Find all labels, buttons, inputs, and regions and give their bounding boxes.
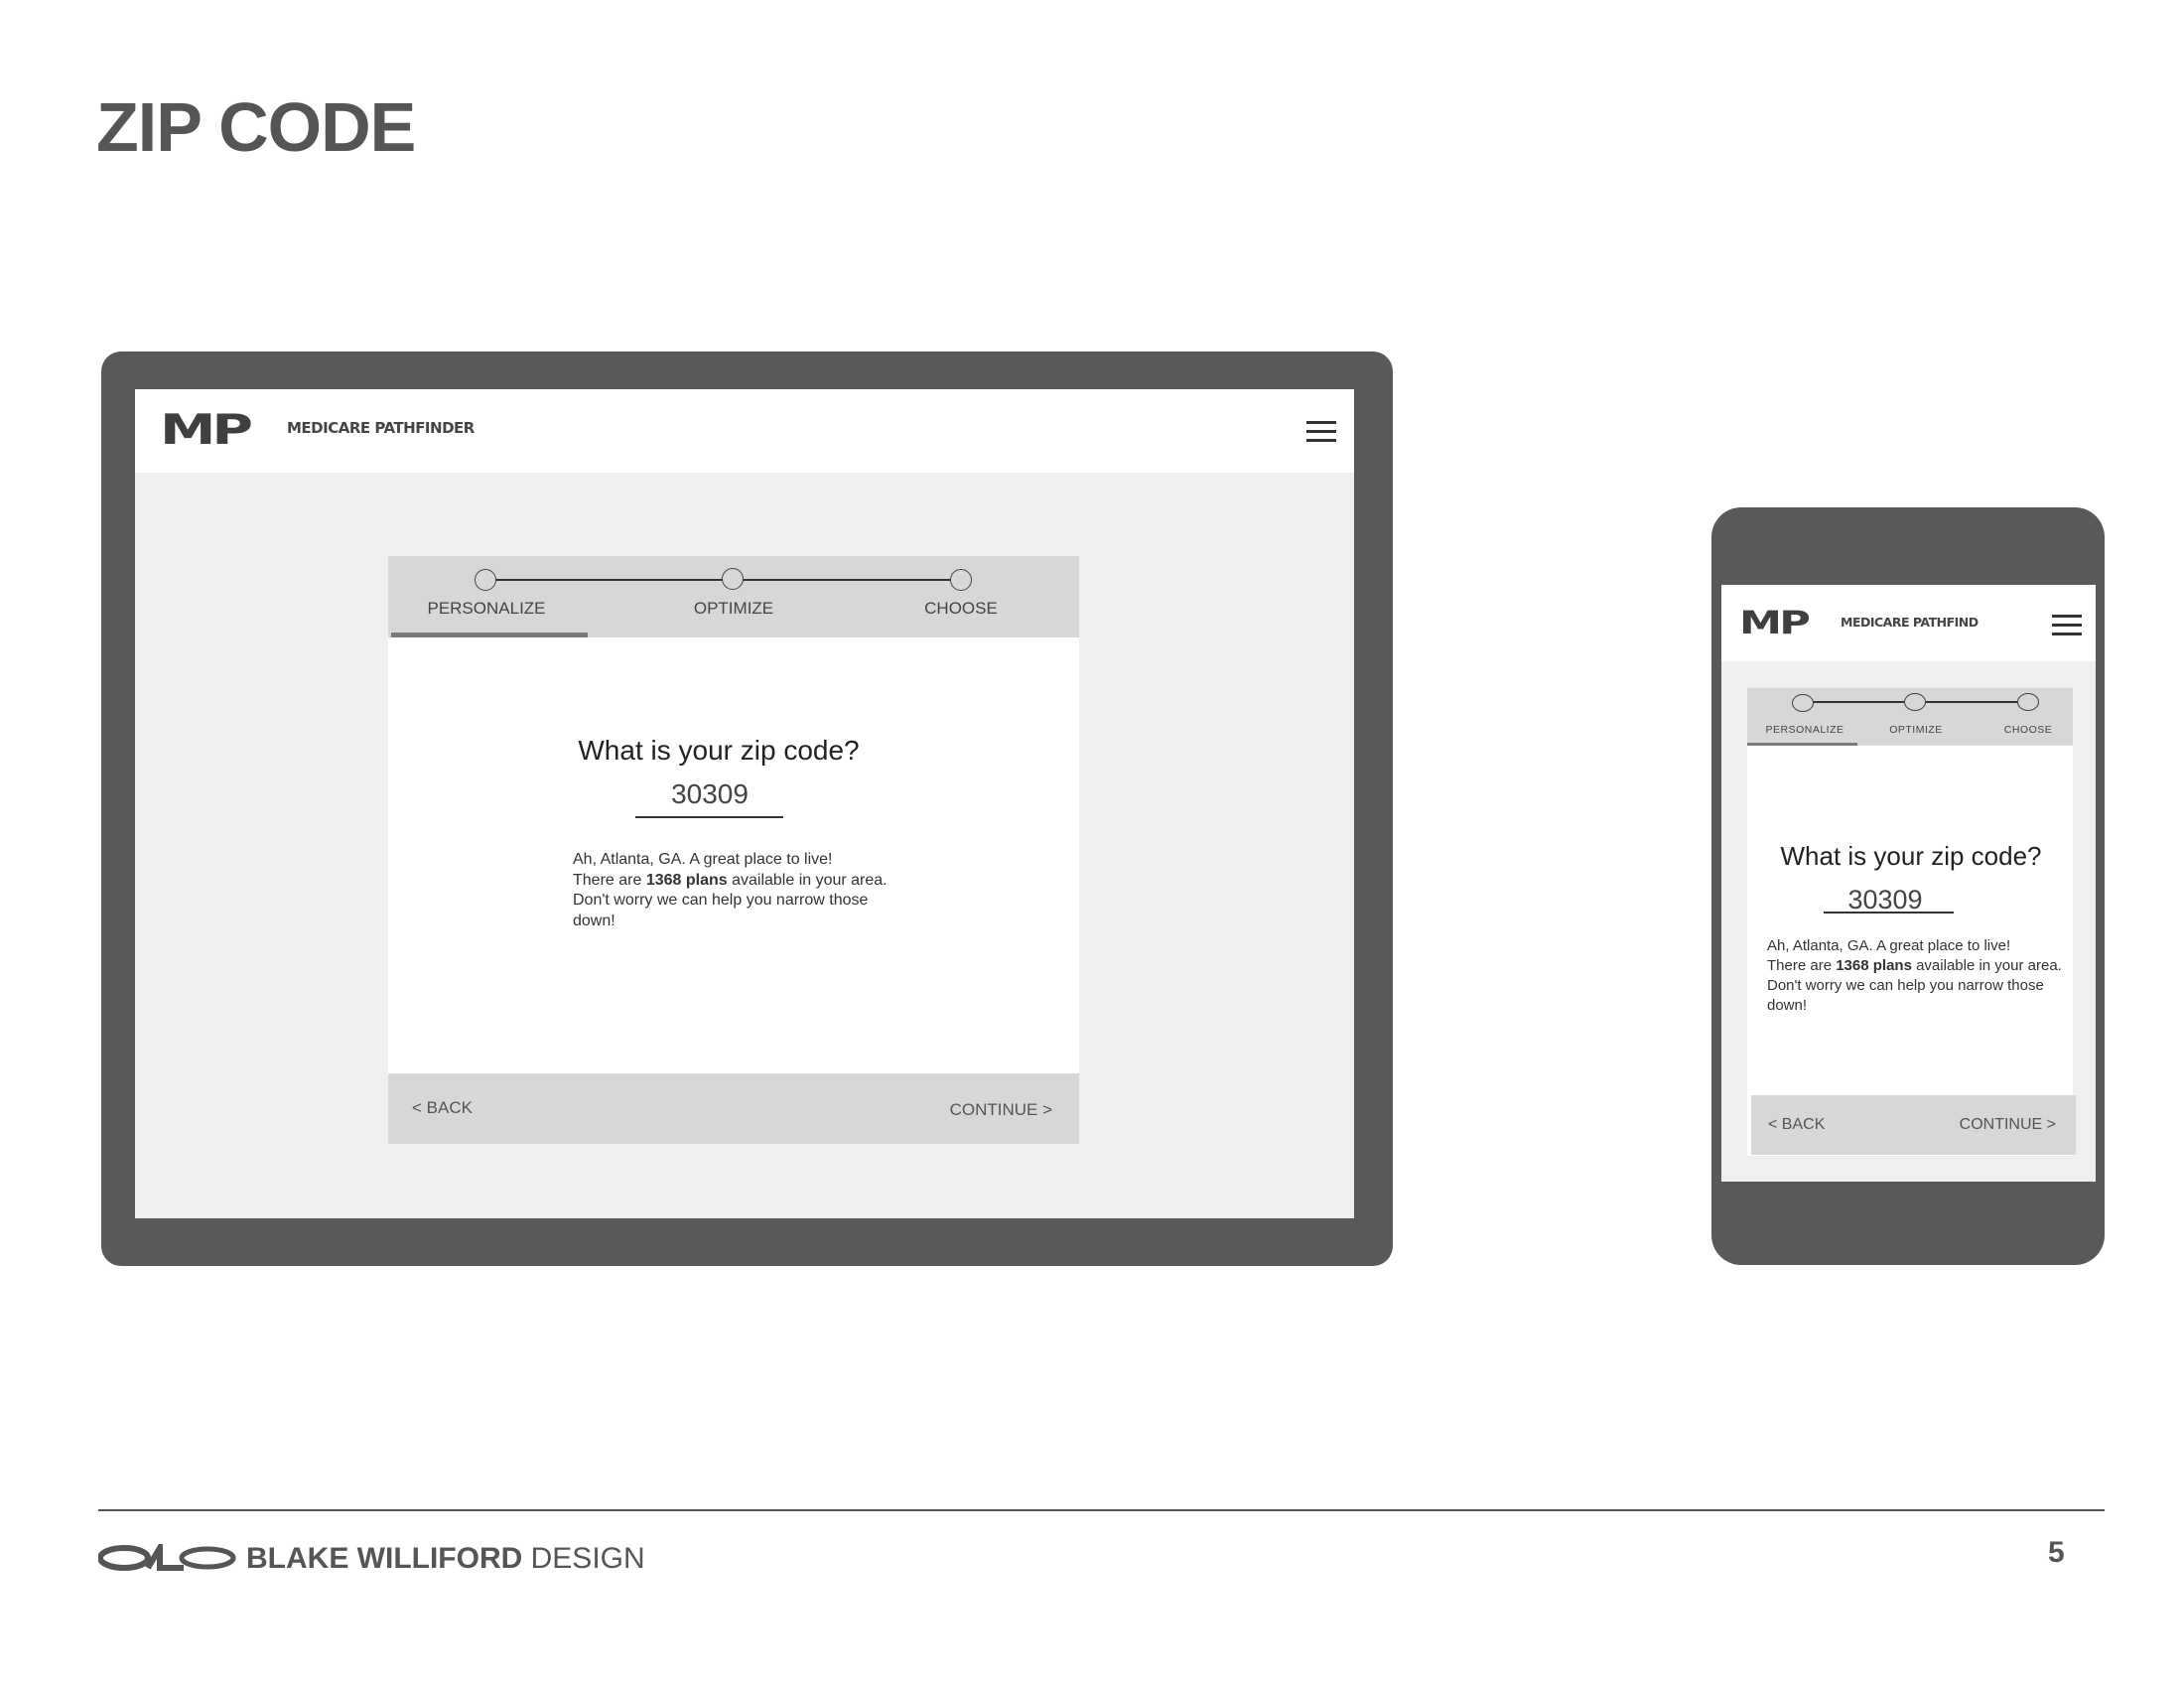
- continue-button-mobile[interactable]: CONTINUE >: [1960, 1116, 2056, 1134]
- message-pre: There are: [573, 871, 646, 889]
- brand-name-mobile: MEDICARE PATHFIND: [1841, 615, 1979, 630]
- message-pre: There are: [1767, 957, 1837, 974]
- step-circle-choose[interactable]: [950, 569, 972, 591]
- step-progress-indicator-mobile: [1747, 743, 1857, 746]
- zip-result-message: Ah, Atlanta, GA. A great place to live! …: [573, 850, 890, 931]
- message-line1: Ah, Atlanta, GA. A great place to live!: [573, 851, 833, 868]
- mobile-screen: MP MEDICARE PATHFIND PERSONALIZE OPTIMIZ…: [1721, 585, 2096, 1182]
- app-header: MP MEDICARE PATHFINDER: [135, 389, 1354, 473]
- step-label-personalize[interactable]: PERSONALIZE: [427, 599, 545, 619]
- stepper-mobile: PERSONALIZE OPTIMIZE CHOOSE: [1747, 688, 2073, 746]
- step-label-choose[interactable]: CHOOSE: [924, 599, 998, 619]
- hamburger-menu-icon[interactable]: [1306, 421, 1336, 442]
- continue-button[interactable]: CONTINUE >: [950, 1100, 1052, 1120]
- step-circle-optimize[interactable]: [722, 568, 744, 590]
- footer-divider: [98, 1509, 2105, 1511]
- zip-card-mobile: PERSONALIZE OPTIMIZE CHOOSE What is your…: [1747, 688, 2073, 1156]
- zip-card: PERSONALIZE OPTIMIZE CHOOSE What is your…: [388, 556, 1079, 1144]
- zip-input-underline: [635, 816, 783, 818]
- step-label-personalize[interactable]: PERSONALIZE: [1765, 724, 1843, 736]
- zip-result-message-mobile: Ah, Atlanta, GA. A great place to live! …: [1767, 936, 2070, 1016]
- footer-brand-light: DESIGN: [522, 1542, 645, 1575]
- footer-brand-bold: BLAKE WILLIFORD: [246, 1542, 523, 1575]
- stepper: PERSONALIZE OPTIMIZE CHOOSE: [388, 556, 1079, 637]
- nav-bar-mobile: < BACK CONTINUE >: [1751, 1095, 2076, 1155]
- back-button-mobile[interactable]: < BACK: [1768, 1116, 1825, 1134]
- step-circle-personalize[interactable]: [1792, 694, 1814, 712]
- zip-input[interactable]: 30309: [671, 778, 749, 810]
- step-label-optimize[interactable]: OPTIMIZE: [1889, 724, 1943, 736]
- step-circle-personalize[interactable]: [475, 569, 496, 591]
- step-circle-optimize[interactable]: [1904, 693, 1926, 711]
- back-button[interactable]: < BACK: [412, 1098, 473, 1118]
- zip-question-mobile: What is your zip code?: [1780, 841, 2042, 871]
- step-circle-choose[interactable]: [2017, 693, 2039, 711]
- desktop-screen: MP MEDICARE PATHFINDER PERSONALIZE OPTIM…: [135, 389, 1354, 1218]
- step-progress-indicator: [391, 633, 588, 637]
- nav-bar: < BACK CONTINUE >: [388, 1073, 1079, 1144]
- hamburger-menu-icon-mobile[interactable]: [2052, 615, 2082, 635]
- brand-name: MEDICARE PATHFINDER: [287, 419, 475, 437]
- page-number: 5: [2048, 1536, 2065, 1569]
- message-line1: Ah, Atlanta, GA. A great place to live!: [1767, 937, 2011, 954]
- step-label-choose[interactable]: CHOOSE: [2004, 724, 2053, 736]
- mp-logo-mobile[interactable]: MP: [1739, 607, 1811, 638]
- footer-brand: BLAKE WILLIFORD DESIGN: [246, 1542, 645, 1576]
- page-title: ZIP CODE: [96, 88, 416, 166]
- plan-count: 1368 plans: [645, 871, 728, 889]
- mobile-app-header: MP MEDICARE PATHFIND: [1721, 585, 2096, 661]
- plan-count: 1368 plans: [1836, 957, 1912, 974]
- mp-logo[interactable]: MP: [160, 409, 253, 451]
- step-label-optimize[interactable]: OPTIMIZE: [694, 599, 773, 619]
- zip-input-underline-mobile: [1824, 912, 1954, 914]
- bw-logo-icon: [97, 1537, 237, 1572]
- zip-question: What is your zip code?: [578, 735, 860, 766]
